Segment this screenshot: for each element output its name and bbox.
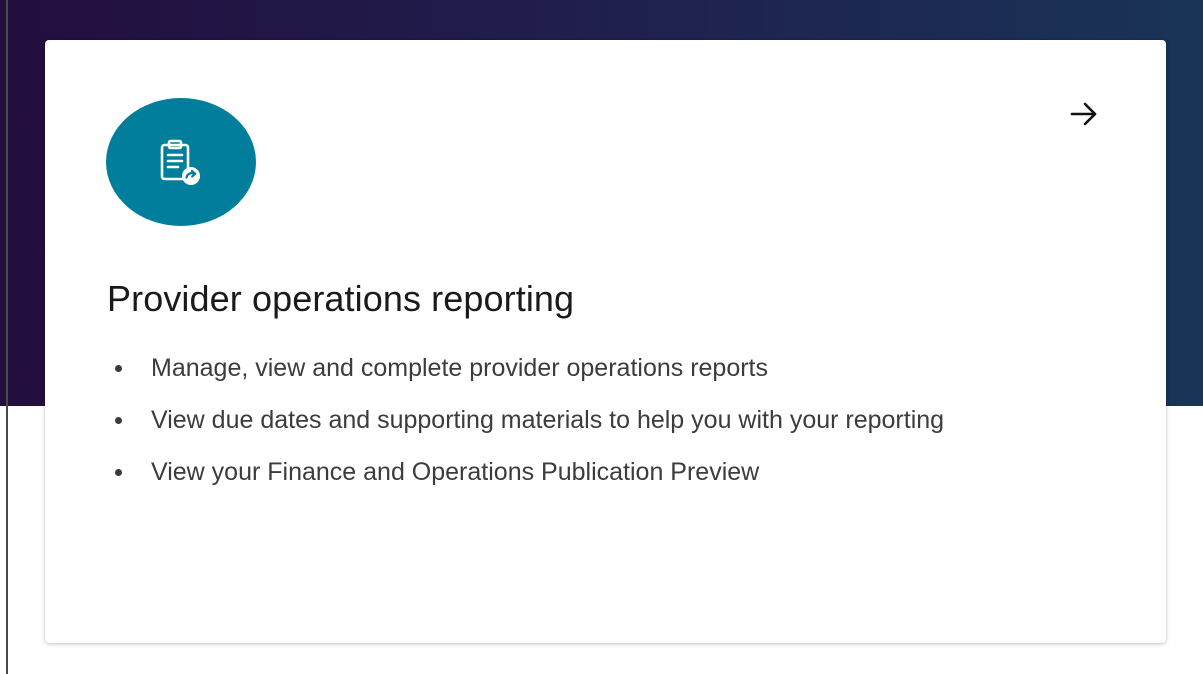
bullet-dot — [115, 417, 122, 424]
provider-operations-reporting-card[interactable]: Provider operations reporting Manage, vi… — [45, 40, 1166, 643]
list-item: Manage, view and complete provider opera… — [107, 348, 1107, 388]
left-border-line — [6, 0, 8, 674]
arrow-right-icon[interactable] — [1064, 96, 1104, 132]
list-item: View your Finance and Operations Publica… — [107, 452, 1107, 492]
bullet-dot — [115, 365, 122, 372]
page: Provider operations reporting Manage, vi… — [0, 0, 1203, 674]
clipboard-report-icon — [106, 98, 256, 226]
list-item-text: Manage, view and complete provider opera… — [151, 354, 769, 382]
card-bullet-list: Manage, view and complete provider opera… — [107, 348, 1107, 504]
bullet-dot — [115, 469, 122, 476]
list-item: View due dates and supporting materials … — [107, 400, 1107, 440]
list-item-text: View due dates and supporting materials … — [151, 406, 945, 434]
list-item-text: View your Finance and Operations Publica… — [151, 458, 760, 486]
card-title[interactable]: Provider operations reporting — [107, 277, 574, 321]
